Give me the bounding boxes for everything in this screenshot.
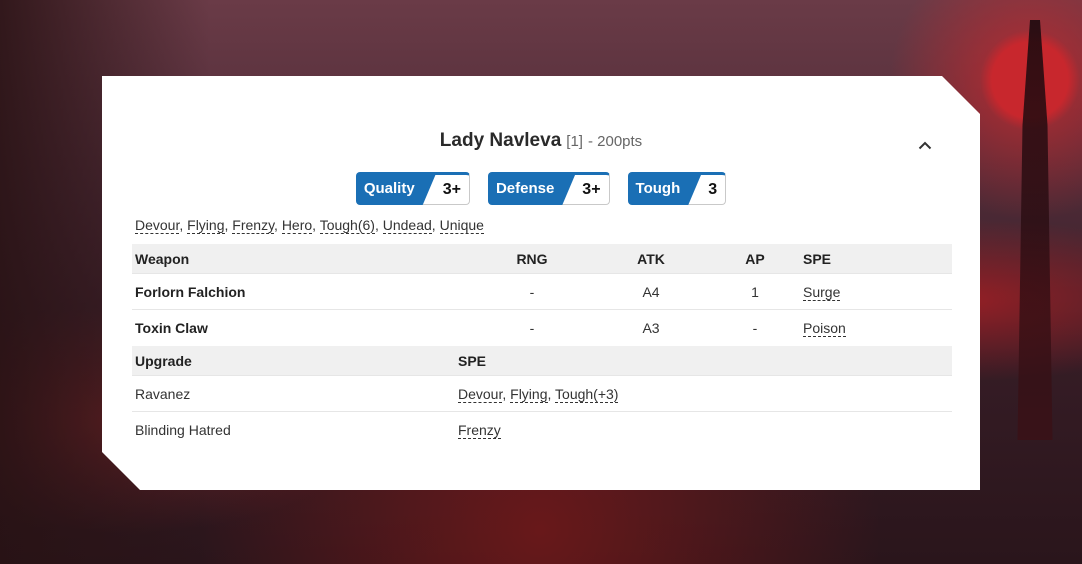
header-ap: AP [710,244,800,274]
collapse-button[interactable] [914,134,936,156]
weapon-rng: - [472,309,592,345]
weapon-spe: Surge [800,273,952,310]
stat-label: Quality [356,172,437,205]
upgrades-table: Upgrade SPE Ravanez Devour, Flying, Toug… [132,346,952,447]
upgrade-spe: Frenzy [455,411,952,447]
upgrade-name: Ravanez [132,375,455,412]
weapon-spe: Poison [800,309,952,345]
header-weapon: Weapon [132,244,472,274]
chevron-up-icon [918,141,932,149]
table-row: Forlorn Falchion - A4 1 Surge [132,273,952,310]
rule-frenzy[interactable]: Frenzy [458,421,501,439]
header-upgrade: Upgrade [132,346,455,376]
table-row: Blinding Hatred Frenzy [132,411,952,447]
upgrade-name: Blinding Hatred [132,411,455,447]
rule-frenzy[interactable]: Frenzy [232,217,275,234]
rule-unique[interactable]: Unique [439,217,484,234]
rule-tough[interactable]: Tough(6) [319,217,375,234]
special-rules: Devour, Flying, Frenzy, Hero, Tough(6), … [135,217,484,234]
upgrades-header-row: Upgrade SPE [132,346,952,376]
stat-badges: Quality 3+ Defense 3+ Tough 3 [102,172,980,205]
unit-title: Lady Navleva [1] - 200pts [102,130,980,152]
table-row: Toxin Claw - A3 - Poison [132,309,952,345]
rule-flying[interactable]: Flying [510,385,548,403]
rule-surge[interactable]: Surge [803,283,841,301]
weapon-atk: A4 [592,273,710,310]
stat-label: Defense [488,172,576,205]
upgrade-spe: Devour, Flying, Tough(+3) [455,375,952,412]
header-spe: SPE [800,244,952,274]
weapon-name: Toxin Claw [132,309,472,345]
weapons-header-row: Weapon RNG ATK AP SPE [132,244,952,274]
header-atk: ATK [592,244,710,274]
rule-hero[interactable]: Hero [281,217,313,234]
weapon-ap: 1 [710,273,800,310]
stat-tough: Tough 3 [628,172,727,205]
unit-cost: - 200pts [587,133,643,150]
weapons-table: Weapon RNG ATK AP SPE Forlorn Falchion -… [132,244,952,345]
unit-card: Lady Navleva [1] - 200pts Quality 3+ Def… [102,76,980,490]
weapon-name: Forlorn Falchion [132,273,472,310]
rule-devour[interactable]: Devour [135,217,180,234]
header-upgrade-spe: SPE [455,346,952,376]
stat-defense: Defense 3+ [488,172,610,205]
rule-undead[interactable]: Undead [382,217,432,234]
stat-quality: Quality 3+ [356,172,470,205]
weapon-ap: - [710,309,800,345]
rule-devour[interactable]: Devour [458,385,503,403]
rule-poison[interactable]: Poison [803,319,846,337]
weapon-atk: A3 [592,309,710,345]
rule-flying[interactable]: Flying [187,217,225,234]
rule-tough[interactable]: Tough(+3) [555,385,619,403]
weapon-rng: - [472,273,592,310]
unit-name: Lady Navleva [439,130,562,151]
header-rng: RNG [472,244,592,274]
unit-size: [1] [566,133,583,150]
table-row: Ravanez Devour, Flying, Tough(+3) [132,375,952,412]
